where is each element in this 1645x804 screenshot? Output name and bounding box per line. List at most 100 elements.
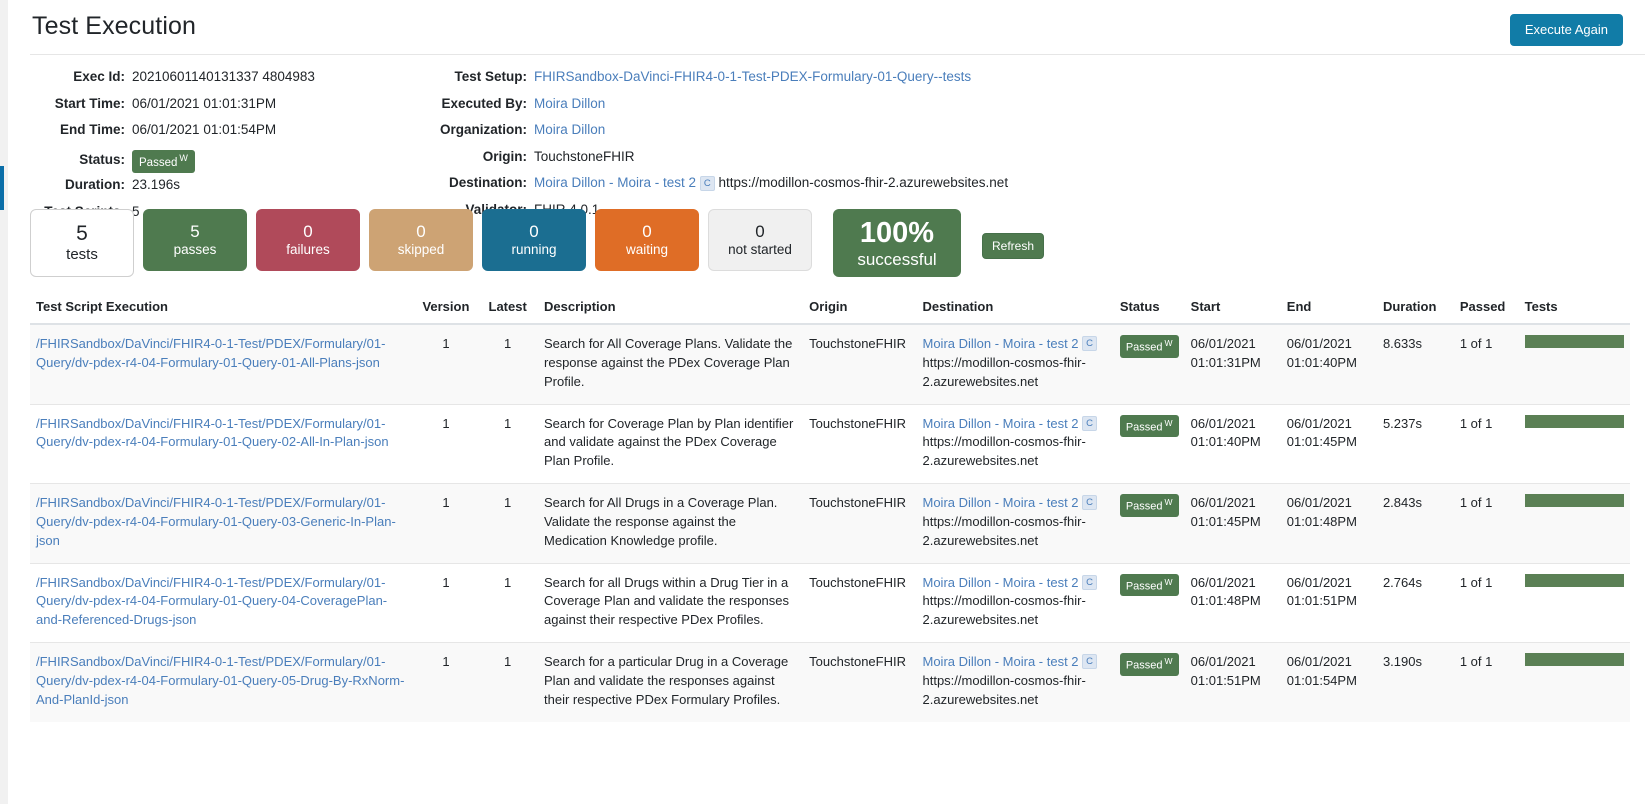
field-executed-by: Executed By: Moira Dillon (422, 96, 1522, 114)
cell-latest: 1 (477, 642, 539, 722)
cell-passed: 1 of 1 (1453, 642, 1519, 722)
column-header-version[interactable]: Version (414, 293, 478, 325)
cell-destination: Moira Dillon - Moira - test 2 C https://… (916, 483, 1114, 564)
test-script-link[interactable]: /FHIRSandbox/DaVinci/FHIR4-0-1-Test/PDEX… (36, 416, 389, 450)
status-badge-warning-marker: W (1164, 576, 1173, 587)
duration-value: 23.196s (132, 177, 181, 193)
cell-passed: 1 of 1 (1453, 323, 1519, 405)
cell-status: Passed W (1113, 323, 1185, 405)
start-time-value: 06/01/2021 01:01:31PM (132, 95, 277, 111)
destination-link[interactable]: Moira Dillon - Moira - test 2 (923, 495, 1079, 510)
status-badge[interactable]: Passed W (1119, 573, 1179, 597)
destination-link[interactable]: Moira Dillon - Moira - test 2 (923, 654, 1079, 669)
status-badge-warning-marker: W (1164, 338, 1173, 348)
cell-version: 1 (414, 483, 478, 564)
stat-not-started[interactable]: 0 not started (708, 209, 812, 271)
column-header-passed[interactable]: Passed (1453, 293, 1519, 325)
stat-tests-label: tests (66, 246, 98, 264)
stat-success-label: successful (857, 249, 937, 269)
column-header-description[interactable]: Description (538, 293, 804, 325)
column-header-tests[interactable]: Tests (1518, 293, 1630, 325)
stat-running[interactable]: 0 running (482, 209, 586, 271)
duration-label: Duration: (65, 177, 125, 193)
column-header-start[interactable]: Start (1184, 293, 1281, 325)
stat-waiting-count: 0 (642, 222, 652, 242)
execute-again-button[interactable]: Execute Again (1509, 14, 1623, 47)
client-badge-icon: C (1082, 574, 1098, 590)
cell-destination: Moira Dillon - Moira - test 2 C https://… (916, 642, 1114, 722)
cell-latest: 1 (477, 483, 539, 564)
status-badge[interactable]: Passed W (1119, 414, 1179, 438)
stat-tests[interactable]: 5 tests (30, 209, 134, 277)
cell-test-script-execution: /FHIRSandbox/DaVinci/FHIR4-0-1-Test/PDEX… (30, 323, 415, 405)
client-badge-icon: C (1082, 654, 1098, 670)
field-exec-id: Exec Id: 20210601140131337 4804983 (22, 69, 442, 87)
organization-link[interactable]: Moira Dillon (534, 122, 605, 137)
status-badge-warning-marker: W (1164, 497, 1173, 508)
summary-left-column: Exec Id: 20210601140131337 4804983 Start… (22, 69, 442, 230)
column-header-duration[interactable]: Duration (1376, 293, 1454, 325)
destination-url: https://modillon-cosmos-fhir-2.azurewebs… (922, 434, 1086, 469)
destination-url: https://modillon-cosmos-fhir-2.azurewebs… (718, 175, 1009, 190)
cell-origin: TouchstoneFHIR (803, 642, 917, 722)
stat-failures[interactable]: 0 failures (256, 209, 360, 271)
cell-origin: TouchstoneFHIR (803, 403, 917, 484)
stat-waiting[interactable]: 0 waiting (595, 209, 699, 271)
test-script-link[interactable]: /FHIRSandbox/DaVinci/FHIR4-0-1-Test/PDEX… (36, 495, 396, 548)
column-header-latest[interactable]: Latest (477, 293, 539, 325)
column-header-destination[interactable]: Destination (916, 293, 1114, 325)
cell-latest: 1 (477, 323, 539, 405)
column-header-status[interactable]: Status (1113, 293, 1185, 325)
test-script-link[interactable]: /FHIRSandbox/DaVinci/FHIR4-0-1-Test/PDEX… (36, 654, 404, 707)
tests-progress-bar (1524, 573, 1624, 587)
cell-description: Search for All Drugs in a Coverage Plan.… (538, 483, 804, 564)
executed-by-link[interactable]: Moira Dillon (534, 96, 605, 111)
stat-skipped[interactable]: 0 skipped (369, 209, 473, 271)
client-badge-icon: C (699, 176, 715, 191)
cell-origin: TouchstoneFHIR (803, 483, 917, 564)
status-badge-text: Passed (1125, 341, 1163, 354)
test-script-execution-table: Test Script Execution Version Latest Des… (30, 293, 1630, 722)
stat-success-percent: 100% (859, 216, 935, 249)
stat-passes-count: 5 (190, 222, 200, 242)
cell-passed: 1 of 1 (1453, 483, 1519, 564)
stat-passes[interactable]: 5 passes (143, 209, 247, 271)
end-time-label: End Time: (59, 122, 125, 137)
cell-origin: TouchstoneFHIR (803, 562, 917, 643)
status-badge[interactable]: Passed W (1119, 335, 1179, 358)
cell-tests (1518, 642, 1630, 722)
summary-right-column: Test Setup: FHIRSandbox-DaVinci-FHIR4-0-… (422, 69, 1522, 228)
page-root: Test Execution Execute Again Exec Id: 20… (0, 0, 1645, 804)
cell-test-script-execution: /FHIRSandbox/DaVinci/FHIR4-0-1-Test/PDEX… (30, 642, 415, 722)
stat-failures-label: failures (286, 242, 330, 258)
test-setup-link[interactable]: FHIRSandbox-DaVinci-FHIR4-0-1-Test-PDEX-… (534, 69, 971, 84)
field-duration: Duration: 23.196s (22, 177, 442, 195)
test-script-execution-table-wrapper: Test Script Execution Version Latest Des… (22, 287, 1645, 722)
cell-version: 1 (414, 403, 478, 484)
destination-link[interactable]: Moira Dillon - Moira - test 2 (923, 416, 1079, 431)
destination-link[interactable]: Moira Dillon - Moira - test 2 (923, 575, 1079, 590)
cell-start: 06/01/2021 01:01:48PM (1184, 562, 1281, 643)
cell-duration: 5.237s (1376, 403, 1454, 484)
field-end-time: End Time: 06/01/2021 01:01:54PM (22, 122, 442, 140)
destination-link[interactable]: Moira Dillon - Moira - test 2 (534, 175, 696, 190)
test-script-link[interactable]: /FHIRSandbox/DaVinci/FHIR4-0-1-Test/PDEX… (36, 336, 385, 370)
destination-url: https://modillon-cosmos-fhir-2.azurewebs… (922, 354, 1086, 389)
field-start-time: Start Time: 06/01/2021 01:01:31PM (22, 96, 442, 114)
column-header-end[interactable]: End (1280, 293, 1377, 325)
stat-skipped-label: skipped (397, 242, 445, 258)
column-header-origin[interactable]: Origin (803, 293, 917, 325)
destination-link[interactable]: Moira Dillon - Moira - test 2 (923, 336, 1079, 351)
main-content: Test Execution Execute Again Exec Id: 20… (22, 0, 1645, 804)
table-header: Test Script Execution Version Latest Des… (30, 293, 1630, 325)
status-badge[interactable]: Passed W (132, 149, 195, 174)
column-header-test-script-execution[interactable]: Test Script Execution (30, 293, 415, 325)
cell-test-script-execution: /FHIRSandbox/DaVinci/FHIR4-0-1-Test/PDEX… (30, 483, 415, 564)
status-badge[interactable]: Passed W (1119, 494, 1179, 517)
test-script-link[interactable]: /FHIRSandbox/DaVinci/FHIR4-0-1-Test/PDEX… (36, 575, 387, 628)
table-row: /FHIRSandbox/DaVinci/FHIR4-0-1-Test/PDEX… (30, 642, 1630, 722)
refresh-button[interactable]: Refresh (982, 233, 1045, 260)
stat-running-label: running (511, 242, 557, 258)
status-badge[interactable]: Passed W (1119, 653, 1179, 676)
left-edge-active-marker (0, 166, 4, 210)
